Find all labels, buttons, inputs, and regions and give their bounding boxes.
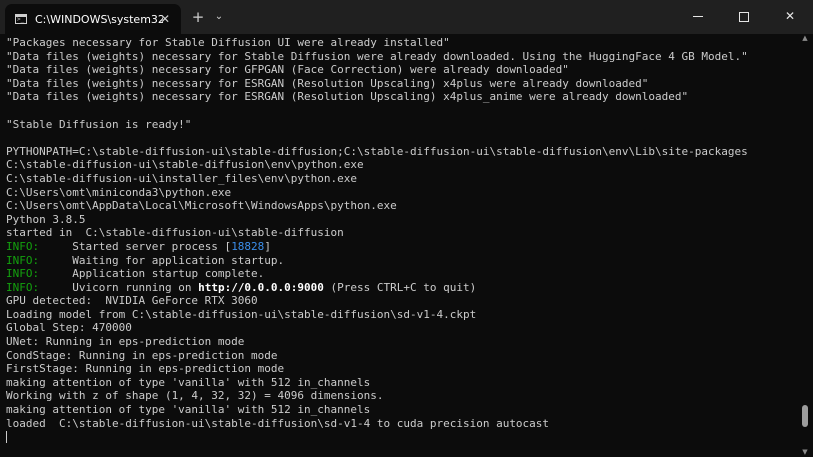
terminal-line: PYTHONPATH=C:\stable-diffusion-ui\stable… (6, 145, 796, 159)
terminal-line: FirstStage: Running in eps-prediction mo… (6, 362, 796, 376)
terminal-line: INFO: Waiting for application startup. (6, 254, 796, 268)
tab-title: C:\WINDOWS\system32\cmd. (35, 12, 163, 26)
line-text: GPU detected: NVIDIA GeForce RTX 3060 (6, 294, 258, 308)
tab-cmd[interactable]: >_ C:\WINDOWS\system32\cmd. ✕ (5, 4, 181, 34)
scroll-thumb[interactable] (802, 405, 808, 427)
log-level-label: INFO: (6, 253, 40, 267)
line-text: UNet: Running in eps-prediction mode (6, 335, 245, 349)
line-text: Uvicorn running on (39, 280, 199, 294)
log-level-label: INFO: (6, 280, 40, 294)
terminal-line: INFO: Application startup complete. (6, 267, 796, 281)
line-text: C:\Users\omt\AppData\Local\Microsoft\Win… (6, 199, 397, 213)
terminal-line: started in C:\stable-diffusion-ui\stable… (6, 226, 796, 240)
line-text: loaded C:\stable-diffusion-ui\stable-dif… (6, 416, 550, 430)
maximize-button[interactable] (721, 0, 767, 32)
line-text: making attention of type 'vanilla' with … (6, 403, 371, 417)
chevron-down-icon[interactable]: ⌄ (210, 8, 228, 26)
terminal-line: GPU detected: NVIDIA GeForce RTX 3060 (6, 294, 796, 308)
terminal-line: C:\Users\omt\miniconda3\python.exe (6, 186, 796, 200)
terminal-line: loaded C:\stable-diffusion-ui\stable-dif… (6, 417, 796, 431)
terminal-line: INFO: Started server process [18828] (6, 240, 796, 254)
line-text: PYTHONPATH=C:\stable-diffusion-ui\stable… (6, 144, 748, 158)
log-level-label: INFO: (6, 239, 40, 253)
close-window-button[interactable]: ✕ (767, 0, 813, 32)
terminal-line: C:\Users\omt\AppData\Local\Microsoft\Win… (6, 199, 796, 213)
maximize-icon (739, 11, 749, 22)
terminal-output[interactable]: "Packages necessary for Stable Diffusion… (6, 36, 796, 454)
terminal-line: Python 3.8.5 (6, 213, 796, 227)
server-url: http://0.0.0.0:9000 (198, 280, 324, 294)
scroll-up-icon[interactable]: ▲ (801, 34, 809, 42)
new-tab-button[interactable]: + (189, 8, 207, 26)
terminal-line: C:\stable-diffusion-ui\stable-diffusion\… (6, 158, 796, 172)
line-text: started in C:\stable-diffusion-ui\stable… (6, 226, 344, 240)
line-text: C:\stable-diffusion-ui\installer_files\e… (6, 171, 357, 185)
line-text: "Data files (weights) necessary for Stab… (6, 49, 748, 63)
terminal-window: >_ C:\WINDOWS\system32\cmd. ✕ + ⌄ ✕ "Pac… (0, 0, 813, 457)
terminal-line: "Stable Diffusion is ready!" (6, 118, 796, 132)
log-level-label: INFO: (6, 267, 40, 281)
terminal-line: Loading model from C:\stable-diffusion-u… (6, 308, 796, 322)
line-text: Application startup complete. (39, 267, 265, 281)
line-text: FirstStage: Running in eps-prediction mo… (6, 362, 285, 376)
terminal-line: UNet: Running in eps-prediction mode (6, 335, 796, 349)
line-text: C:\stable-diffusion-ui\stable-diffusion\… (6, 158, 364, 172)
line-text: Waiting for application startup. (39, 253, 285, 267)
terminal-line: "Data files (weights) necessary for Stab… (6, 50, 796, 64)
line-text: (Press CTRL+C to quit) (323, 280, 477, 294)
terminal-line: "Data files (weights) necessary for ESRG… (6, 90, 796, 104)
text-cursor (6, 431, 7, 444)
terminal-line: making attention of type 'vanilla' with … (6, 403, 796, 417)
title-bar[interactable]: >_ C:\WINDOWS\system32\cmd. ✕ + ⌄ ✕ (0, 0, 813, 34)
terminal-line: "Data files (weights) necessary for ESRG… (6, 77, 796, 91)
process-id: 18828 (231, 239, 265, 253)
terminal-line: making attention of type 'vanilla' with … (6, 376, 796, 390)
prompt-line[interactable] (6, 430, 796, 444)
terminal-line: Global Step: 470000 (6, 321, 796, 335)
line-text: C:\Users\omt\miniconda3\python.exe (6, 185, 232, 199)
minimize-icon (693, 16, 703, 17)
line-text: Python 3.8.5 (6, 212, 86, 226)
line-text: "Data files (weights) necessary for ESRG… (6, 76, 649, 90)
line-text: CondStage: Running in eps-prediction mod… (6, 348, 278, 362)
line-text: "Stable Diffusion is ready!" (6, 117, 192, 131)
terminal-line: "Data files (weights) necessary for GFPG… (6, 63, 796, 77)
minimize-button[interactable] (675, 0, 721, 32)
line-text: Working with z of shape (1, 4, 32, 32) =… (6, 389, 384, 403)
terminal-line: INFO: Uvicorn running on http://0.0.0.0:… (6, 281, 796, 295)
line-text: Started server process [ (39, 239, 232, 253)
scrollbar[interactable]: ▲ ▼ (799, 34, 811, 457)
terminal-line: "Packages necessary for Stable Diffusion… (6, 36, 796, 50)
line-text: ] (264, 239, 271, 253)
terminal-line: CondStage: Running in eps-prediction mod… (6, 349, 796, 363)
cmd-icon: >_ (15, 14, 27, 24)
terminal-line: Working with z of shape (1, 4, 32, 32) =… (6, 389, 796, 403)
line-text: Loading model from C:\stable-diffusion-u… (6, 307, 477, 321)
terminal-line: C:\stable-diffusion-ui\installer_files\e… (6, 172, 796, 186)
line-text: "Data files (weights) necessary for ESRG… (6, 90, 689, 104)
scroll-down-icon[interactable]: ▼ (801, 448, 809, 456)
close-tab-icon[interactable]: ✕ (157, 11, 173, 27)
line-text: Global Step: 470000 (6, 321, 132, 335)
line-text: "Data files (weights) necessary for GFPG… (6, 63, 569, 77)
line-text: making attention of type 'vanilla' with … (6, 375, 371, 389)
line-text: "Packages necessary for Stable Diffusion… (6, 36, 450, 49)
